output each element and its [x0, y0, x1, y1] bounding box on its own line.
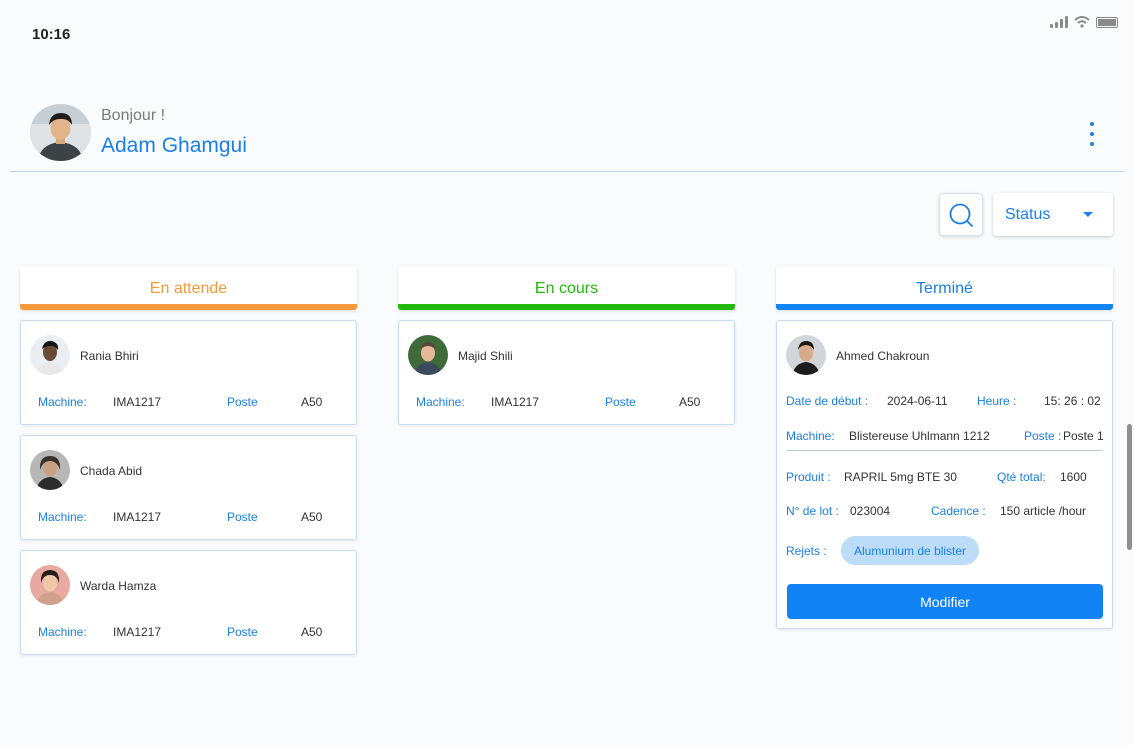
- cadence-value: 150 article /hour: [1000, 504, 1087, 518]
- signal-icon: [1050, 16, 1068, 28]
- avatar: [786, 335, 826, 375]
- status-dropdown[interactable]: Status: [993, 193, 1113, 236]
- poste-value: A50: [679, 395, 701, 409]
- employee-name: Warda Hamza: [80, 579, 157, 593]
- produit-label: Produit :: [786, 470, 831, 484]
- rejet-chip[interactable]: Alumunium de blister: [841, 536, 980, 565]
- lot-value: 023004: [850, 504, 891, 518]
- scrollbar[interactable]: [1127, 424, 1132, 550]
- heure-value: 15: 26 : 02: [1044, 394, 1101, 408]
- poste-value: A50: [301, 395, 323, 409]
- poste-label: Poste: [605, 395, 636, 409]
- column-color-bar: [398, 304, 735, 310]
- avatar: [30, 335, 70, 375]
- greeting: Bonjour !: [101, 107, 166, 124]
- search-button[interactable]: [939, 193, 983, 236]
- poste-value: A50: [301, 510, 323, 524]
- header: Bonjour ! Adam Ghamgui: [10, 100, 1124, 172]
- machine-label: Machine:: [38, 395, 87, 409]
- machine-label: Machine:: [416, 395, 465, 409]
- qte-value: 1600: [1060, 470, 1087, 484]
- status-icons: [1050, 16, 1118, 28]
- column-header-en-cours: En cours: [398, 266, 735, 310]
- avatar: [408, 335, 448, 375]
- column-color-bar: [20, 304, 357, 310]
- produit-value: RAPRIL 5mg BTE 30: [844, 470, 957, 484]
- qte-label: Qté total:: [997, 470, 1046, 484]
- task-card[interactable]: Rania Bhiri Machine: IMA1217 Poste A50: [20, 320, 357, 425]
- status-time: 10:16: [32, 26, 71, 43]
- search-icon: [949, 203, 973, 227]
- battery-icon: [1096, 16, 1118, 28]
- column-title: Terminé: [916, 280, 973, 297]
- employee-name: Chada Abid: [80, 464, 143, 478]
- machine-value: Blistereuse Uhlmann 1212: [849, 429, 990, 443]
- column-title: En cours: [534, 280, 599, 297]
- divider: [787, 450, 1103, 451]
- user-name: Adam Ghamgui: [101, 134, 247, 157]
- machine-value: IMA1217: [113, 395, 162, 409]
- column-color-bar: [776, 304, 1113, 310]
- employee-name: Ahmed Chakroun: [836, 349, 930, 363]
- machine-value: IMA1217: [113, 510, 162, 524]
- poste-value: Poste 1: [1063, 429, 1104, 443]
- machine-label: Machine:: [38, 625, 87, 639]
- column-header-en-attende: En attende: [20, 266, 357, 310]
- column-title: En attende: [149, 280, 228, 297]
- caret-down-icon: [1083, 212, 1093, 217]
- status-bar: 10:16: [0, 0, 1134, 60]
- employee-name: Majid Shili: [458, 349, 513, 363]
- rejets-label: Rejets :: [786, 544, 827, 558]
- lot-label: N° de lot :: [786, 504, 839, 518]
- wifi-icon: [1074, 16, 1090, 28]
- poste-label: Poste: [227, 395, 258, 409]
- machine-label: Machine:: [38, 510, 87, 524]
- machine-value: IMA1217: [491, 395, 540, 409]
- task-card-detailed[interactable]: Ahmed Chakroun Date de début : 2024-06-1…: [776, 320, 1113, 629]
- poste-label: Poste :: [1024, 429, 1062, 443]
- modify-button[interactable]: Modifier: [787, 584, 1103, 619]
- more-options-icon[interactable]: [1086, 122, 1098, 146]
- task-card[interactable]: Majid Shili Machine: IMA1217 Poste A50: [398, 320, 735, 425]
- machine-label: Machine:: [786, 429, 835, 443]
- column-header-termine: Terminé: [776, 266, 1113, 310]
- date-value: 2024-06-11: [887, 394, 948, 408]
- avatar: [30, 565, 70, 605]
- cadence-label: Cadence :: [931, 504, 986, 518]
- date-label: Date de début :: [786, 394, 869, 408]
- status-dropdown-label: Status: [1005, 205, 1051, 223]
- poste-value: A50: [301, 625, 323, 639]
- heure-label: Heure :: [977, 394, 1017, 408]
- avatar: [30, 450, 70, 490]
- user-avatar[interactable]: [30, 104, 91, 161]
- task-card[interactable]: Chada Abid Machine: IMA1217 Poste A50: [20, 435, 357, 540]
- poste-label: Poste: [227, 625, 258, 639]
- employee-name: Rania Bhiri: [80, 349, 139, 363]
- machine-value: IMA1217: [113, 625, 162, 639]
- task-card[interactable]: Warda Hamza Machine: IMA1217 Poste A50: [20, 550, 357, 655]
- poste-label: Poste: [227, 510, 258, 524]
